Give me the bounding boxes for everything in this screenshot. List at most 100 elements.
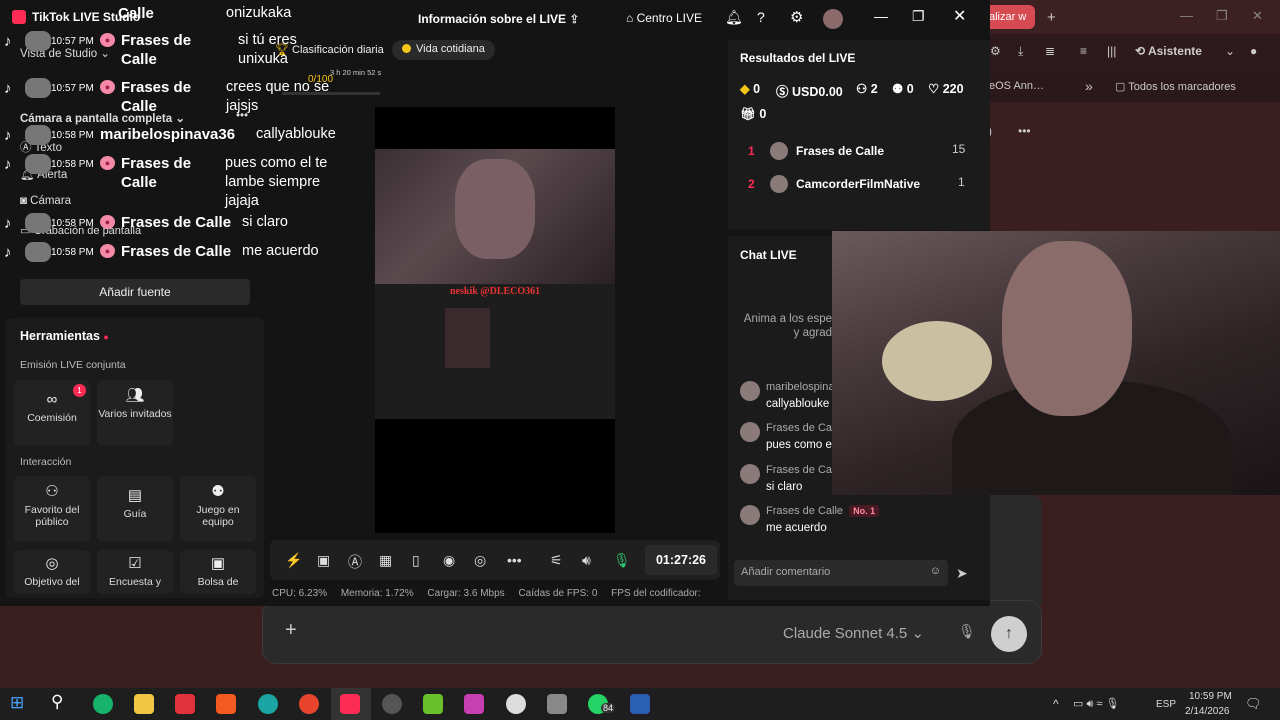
download-icon[interactable]: ⤓ [1018,44,1023,59]
daily-life-pill[interactable]: Vida cotidiana [392,40,495,60]
app-icon[interactable] [382,694,402,714]
tool-coemission[interactable]: ∞ Coemisión 1 [14,380,90,446]
record-icon[interactable]: ◉ [443,552,455,569]
scene-icon[interactable]: ▦ [379,552,392,569]
tray-expand-icon[interactable]: ^ [1053,697,1059,711]
microphone-icon[interactable]: 🎙 [613,552,631,569]
tool-guide[interactable]: ▤ Guía [97,476,173,542]
chat-hint: Anima a los espe y agrad [728,312,832,340]
chat-username-row: Frases de Calle No. 1 [766,505,880,517]
app-icon[interactable] [506,694,526,714]
effects-icon[interactable]: ⚡ [285,552,302,569]
portrait-icon[interactable]: ▯ [412,552,420,569]
memory-stat: Memoria: 1.72% [340,588,414,599]
chrome-icon[interactable] [299,694,319,714]
add-source-button[interactable]: Añadir fuente [20,279,250,305]
model-selector[interactable]: Claude Sonnet 4.5 ⌄ [783,624,924,642]
ai-icon[interactable]: Ⓐ [348,552,362,572]
watermark-text: neskik @DLECO361 [450,286,541,297]
source-item-camera[interactable]: ◙ Cámara [20,195,71,207]
clock-date[interactable]: 2/14/2026 [1185,706,1230,717]
tool-multi-guest[interactable]: 👥︎ Varios invitados [97,380,173,446]
tool-team-game[interactable]: ⚉ Juego en equipo [180,476,256,542]
overlay-username: Frases de Calle [121,32,192,68]
bag-icon: ▣ [210,555,226,572]
viewers-value: 2 [870,82,878,96]
tool-poll[interactable]: ☑ Encuesta y [97,550,173,594]
assistant-button[interactable]: ⟲ Asistente [1135,44,1202,58]
add-attachment-button[interactable]: + [285,619,297,642]
notifications-icon[interactable]: 🗨 [1245,696,1262,712]
ranking-row[interactable]: 2 CamcorderFilmNative 1 [748,175,965,193]
minimize-button[interactable]: — [874,8,888,24]
tiktok-live-studio-icon[interactable] [340,694,360,714]
bell-icon[interactable]: 🔔︎ [725,9,743,26]
comment-input[interactable]: Añadir comentario ☺ [734,560,948,586]
search-icon[interactable]: ⚲ [51,692,71,712]
app-icon[interactable] [258,694,278,714]
extension-icon[interactable]: ⚙ [990,44,1001,58]
clock-time[interactable]: 10:59 PM [1189,691,1232,702]
help-icon[interactable]: ? [757,9,765,25]
live-center-button[interactable]: ⌂ Centro LIVE [626,11,702,25]
followers-icon: ⚉ [892,82,904,96]
claude-input-box[interactable]: + Claude Sonnet 4.5 ⌄ 🎙 ↑ [262,600,1042,664]
tool-goal[interactable]: ◎ Objetivo del [14,550,90,594]
brave-browser-icon[interactable] [216,694,236,714]
tool-treasure-bag[interactable]: ▣ Bolsa de [180,550,256,594]
menu-lines-icon[interactable]: ≡ [1080,44,1087,58]
chevron-down-icon[interactable]: ⌄ [1225,44,1235,58]
joint-section-label: Emisión LIVE conjunta [20,359,126,371]
bookmarks-overflow-button[interactable]: » [1085,78,1093,94]
mixer-icon[interactable]: ⚟ [550,552,563,569]
screen-capture-preview: neskik @DLECO361 [375,284,615,419]
emoji-icon[interactable]: ☺ [930,565,941,577]
tray-icons[interactable]: ▭ 🔊︎ ≈ 🎙 [1073,697,1120,711]
layout-icon[interactable]: ▣ [317,552,330,569]
all-bookmarks-button[interactable]: ▢ Todos los marcadores [1115,80,1236,93]
tools-panel: Herramientas ● Emisión LIVE conjunta ∞ Co… [6,318,264,598]
powershell-icon[interactable] [630,694,650,714]
app-icon[interactable] [464,694,484,714]
avatar [25,78,51,98]
live-info-button[interactable]: Información sobre el LIVE ⇪ [418,12,579,26]
new-tab-button[interactable]: + [1047,9,1056,26]
more-icon[interactable]: ••• [507,552,522,568]
browser-minimize-button[interactable]: — [1180,8,1193,23]
camera-overlay-window [832,231,1280,495]
audio-icon[interactable]: ||| [1107,44,1116,58]
team-icon: ⚉ [211,483,225,500]
close-button[interactable]: ✕ [953,6,966,26]
app-icon[interactable] [175,694,195,714]
user-avatar[interactable] [823,9,843,29]
language-indicator[interactable]: ESP [1156,699,1176,710]
bookmark-item[interactable]: eOS Ann… [989,80,1044,92]
app-icon[interactable] [93,694,113,714]
chat-title: Chat LIVE [740,248,797,262]
profile-icon[interactable]: ● [1250,44,1257,58]
reading-list-icon[interactable]: ≣ [1045,44,1055,58]
nvidia-icon[interactable] [423,694,443,714]
more-options-icon[interactable]: ••• [1018,124,1031,138]
send-comment-icon[interactable]: ➤ [956,565,968,582]
app-icon[interactable] [547,694,567,714]
live-results-panel: Resultados del LIVE ◆ 0 Ⓢ USD0.00 ⚇ 2 ⚉ … [728,40,990,230]
microphone-icon[interactable]: 🎙 [958,623,976,640]
browser-tab[interactable]: alizar w [985,5,1035,29]
speaker-icon[interactable]: 🔊︎ [582,552,591,569]
guests-icon: 👥︎ [125,387,145,404]
overlay-text: pues como el te lambe siempre jajaja [225,155,328,209]
windows-start-icon[interactable]: ⊞ [10,693,30,713]
settings-gear-icon[interactable]: ⚙ [790,8,803,26]
chat-hint-line: y agrad [793,327,832,339]
rank-position: 1 [748,144,755,158]
broadcast-icon[interactable]: ◎ [474,552,486,569]
tool-audience-favorite[interactable]: ⚇ Favorito del público [14,476,90,542]
restore-button[interactable]: ❐ [912,8,925,25]
overlay-text: onizukaka [226,5,292,21]
ranking-row[interactable]: 1 Frases de Calle 15 [748,142,965,160]
browser-maximize-button[interactable]: ❐ [1216,8,1228,24]
browser-close-button[interactable]: ✕ [1252,8,1263,24]
send-button[interactable]: ↑ [991,616,1027,652]
file-explorer-icon[interactable] [134,694,154,714]
